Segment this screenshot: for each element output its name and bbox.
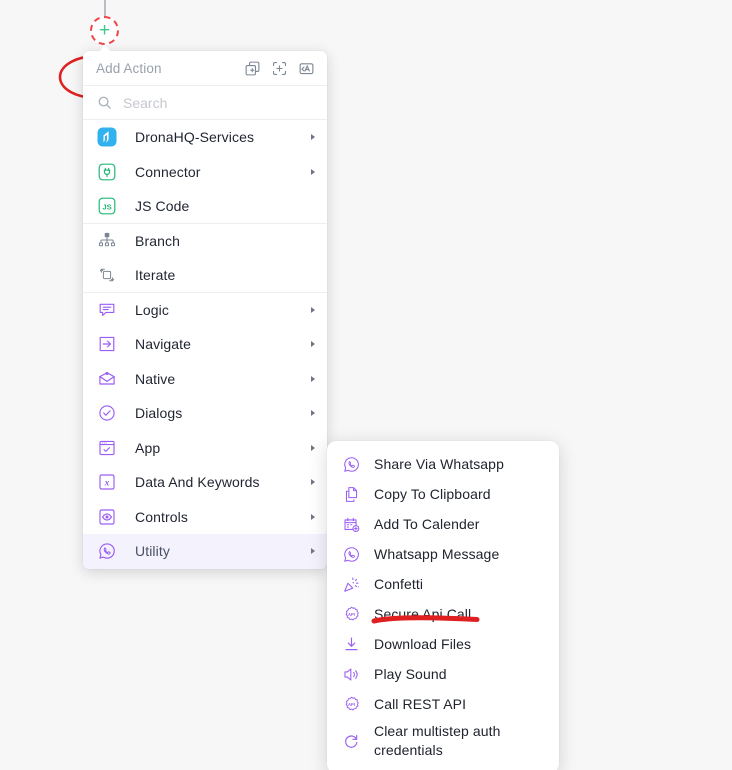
download-icon (341, 634, 361, 654)
chevron-right-icon (311, 134, 315, 141)
submenu-item-label: Copy To Clipboard (374, 485, 491, 502)
menu-item-label: JS Code (135, 197, 190, 214)
menu-item-js-code[interactable]: JS JS Code (83, 189, 327, 224)
plus-icon: + (98, 20, 111, 41)
navigate-icon (97, 334, 117, 354)
svg-text:API: API (348, 612, 355, 617)
chevron-right-icon (311, 341, 315, 348)
utility-submenu: Share Via Whatsapp Copy To Clipboard Add… (327, 441, 559, 770)
submenu-item-label: Whatsapp Message (374, 545, 500, 562)
menu-header-icons (244, 60, 315, 77)
api-badge-icon: API (341, 694, 361, 714)
refresh-icon (341, 731, 361, 751)
add-step-node[interactable]: + (90, 16, 119, 45)
menu-item-native[interactable]: Native (83, 362, 327, 397)
submenu-item-label: Add To Calender (374, 515, 480, 532)
menu-item-label: Connector (135, 163, 201, 180)
menu-item-data-and-keywords[interactable]: x Data And Keywords (83, 465, 327, 500)
submenu-item-label: Play Sound (374, 665, 447, 682)
api-badge-icon: API (341, 604, 361, 624)
connector-plug-icon (97, 162, 117, 182)
annotation-underline (371, 615, 480, 624)
chevron-right-icon (311, 479, 315, 486)
menu-item-label: Logic (135, 301, 169, 318)
submenu-item-label: Call REST API (374, 695, 467, 712)
submenu-item-play-sound[interactable]: Play Sound (327, 659, 559, 689)
chevron-right-icon (311, 306, 315, 313)
menu-item-label: Data And Keywords (135, 474, 260, 491)
add-action-menu: Add Action Search DronaHQ-Services Conne… (83, 51, 327, 569)
menu-item-label: Native (135, 370, 176, 387)
native-mail-icon (97, 369, 117, 389)
iterate-icon (97, 265, 117, 285)
js-code-icon: JS (97, 196, 117, 216)
app-window-icon (97, 438, 117, 458)
utility-whatsapp-icon (97, 541, 117, 561)
logic-icon (97, 300, 117, 320)
menu-item-logic[interactable]: Logic (83, 293, 327, 328)
menu-item-label: Controls (135, 508, 188, 525)
menu-item-label: Navigate (135, 336, 192, 353)
menu-item-iterate[interactable]: Iterate (83, 258, 327, 293)
menu-item-connector[interactable]: Connector (83, 155, 327, 190)
data-keywords-x-icon: x (97, 472, 117, 492)
submenu-item-copy-to-clipboard[interactable]: Copy To Clipboard (327, 479, 559, 509)
submenu-item-label: Confetti (374, 575, 424, 592)
add-to-selection-icon[interactable] (271, 60, 288, 77)
submenu-item-label: Clear multistep auth credentials (374, 723, 501, 758)
submenu-item-share-via-whatsapp[interactable]: Share Via Whatsapp (327, 449, 559, 479)
whatsapp-icon (341, 454, 361, 474)
flow-canvas: + Add Action Search DronaHQ-Services Con… (0, 0, 732, 770)
menu-item-label: App (135, 439, 161, 456)
dronahq-services-icon (97, 127, 117, 147)
controls-eye-icon (97, 507, 117, 527)
menu-list: DronaHQ-Services Connector JS JS Code Br… (83, 120, 327, 569)
submenu-item-call-rest-api[interactable]: API Call REST API (327, 689, 559, 719)
search-icon (98, 96, 111, 109)
duplicate-add-icon[interactable] (244, 60, 261, 77)
chevron-right-icon (311, 548, 315, 555)
submenu-item-whatsapp-message[interactable]: Whatsapp Message (327, 539, 559, 569)
confetti-icon (341, 574, 361, 594)
chevron-right-icon (311, 168, 315, 175)
svg-text:JS: JS (102, 202, 111, 211)
menu-item-controls[interactable]: Controls (83, 500, 327, 535)
calendar-add-icon (341, 514, 361, 534)
search-input[interactable] (123, 94, 303, 111)
whatsapp-icon (341, 544, 361, 564)
chevron-right-icon (311, 444, 315, 451)
copy-icon (341, 484, 361, 504)
dialogs-check-icon (97, 403, 117, 423)
menu-item-label: Dialogs (135, 405, 183, 422)
menu-caret (97, 44, 113, 55)
menu-item-branch[interactable]: Branch (83, 224, 327, 259)
menu-item-label: Utility (135, 543, 170, 560)
chevron-right-icon (311, 513, 315, 520)
search-row[interactable] (83, 86, 327, 120)
chevron-right-icon (311, 375, 315, 382)
menu-item-utility[interactable]: Utility (83, 534, 327, 569)
menu-item-label: Branch (135, 232, 180, 249)
speaker-icon (341, 664, 361, 684)
submenu-item-confetti[interactable]: Confetti (327, 569, 559, 599)
menu-header: Add Action (83, 51, 327, 86)
submenu-item-download-files[interactable]: Download Files (327, 629, 559, 659)
submenu-item-label: Share Via Whatsapp (374, 455, 504, 472)
menu-item-navigate[interactable]: Navigate (83, 327, 327, 362)
submenu-item-label: Download Files (374, 635, 472, 652)
menu-title: Add Action (96, 60, 162, 76)
menu-item-label: Iterate (135, 266, 176, 283)
svg-text:x: x (104, 479, 110, 489)
menu-item-app[interactable]: App (83, 431, 327, 466)
chevron-right-icon (311, 410, 315, 417)
svg-text:API: API (348, 702, 355, 707)
submenu-item-add-to-calender[interactable]: Add To Calender (327, 509, 559, 539)
menu-item-label: DronaHQ-Services (135, 129, 255, 146)
menu-item-dronahq-services[interactable]: DronaHQ-Services (83, 120, 327, 155)
branch-icon (97, 231, 117, 251)
text-annotate-icon[interactable] (298, 60, 315, 77)
menu-item-dialogs[interactable]: Dialogs (83, 396, 327, 431)
submenu-item-clear-multistep-auth-credentials[interactable]: Clear multistep auth credentials (327, 719, 559, 763)
